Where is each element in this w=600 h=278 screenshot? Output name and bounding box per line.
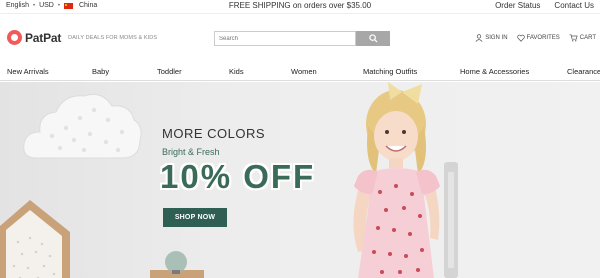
cart-label: CART xyxy=(579,35,596,41)
hero-title: MORE COLORS xyxy=(162,126,266,141)
patpat-logo[interactable]: PatPat DAILY DEALS FOR MOMS & KIDS xyxy=(7,30,157,45)
order-status-link[interactable]: Order Status xyxy=(495,1,540,10)
nav-item-baby[interactable]: Baby xyxy=(92,67,109,76)
logo-icon xyxy=(7,30,22,45)
hero-discount-headline: 10% OFF xyxy=(160,158,316,195)
shop-now-button[interactable]: SHOP NOW xyxy=(163,208,227,227)
search-input[interactable] xyxy=(214,31,356,46)
logo-text: PatPat xyxy=(25,30,62,45)
cart-icon xyxy=(569,34,578,42)
cart-button[interactable]: CART xyxy=(569,34,596,42)
hero-banner[interactable]: MORE COLORS Bright & Fresh 10% OFF SHOP … xyxy=(0,82,600,278)
favorites-button[interactable]: FAVORITES xyxy=(516,34,560,42)
site-header: PatPat DAILY DEALS FOR MOMS & KIDS SIGN … xyxy=(0,13,600,61)
nav-item-home-accessories[interactable]: Home & Accessories xyxy=(460,67,529,76)
sign-in-label: SIGN IN xyxy=(485,35,508,41)
heart-icon xyxy=(516,34,525,42)
cloud-decoration-image xyxy=(23,93,142,159)
nav-item-matching-outfits[interactable]: Matching Outfits xyxy=(363,67,417,76)
search-icon xyxy=(368,34,378,43)
top-utility-bar: English • USD • China FREE SHIPPING on o… xyxy=(0,0,600,13)
nav-item-kids[interactable]: Kids xyxy=(229,67,244,76)
search-button[interactable] xyxy=(356,31,390,46)
hero-subtitle: Bright & Fresh xyxy=(162,147,220,157)
user-icon xyxy=(475,34,483,42)
nav-item-new-arrivals[interactable]: New Arrivals xyxy=(7,67,49,76)
house-shelf-image xyxy=(0,200,70,278)
table-lamp-image xyxy=(150,251,204,278)
sign-in-button[interactable]: SIGN IN xyxy=(475,34,508,42)
contact-us-link[interactable]: Contact Us xyxy=(554,1,594,10)
search-bar xyxy=(214,31,390,46)
main-nav: New Arrivals Baby Toddler Kids Women Mat… xyxy=(0,61,600,81)
nav-item-toddler[interactable]: Toddler xyxy=(157,67,182,76)
tagline: DAILY DEALS FOR MOMS & KIDS xyxy=(68,34,158,41)
nav-item-clearance[interactable]: Clearance xyxy=(567,67,600,76)
model-girl-image xyxy=(353,82,440,278)
nav-item-women[interactable]: Women xyxy=(291,67,317,76)
favorites-label: FAVORITES xyxy=(526,35,560,41)
